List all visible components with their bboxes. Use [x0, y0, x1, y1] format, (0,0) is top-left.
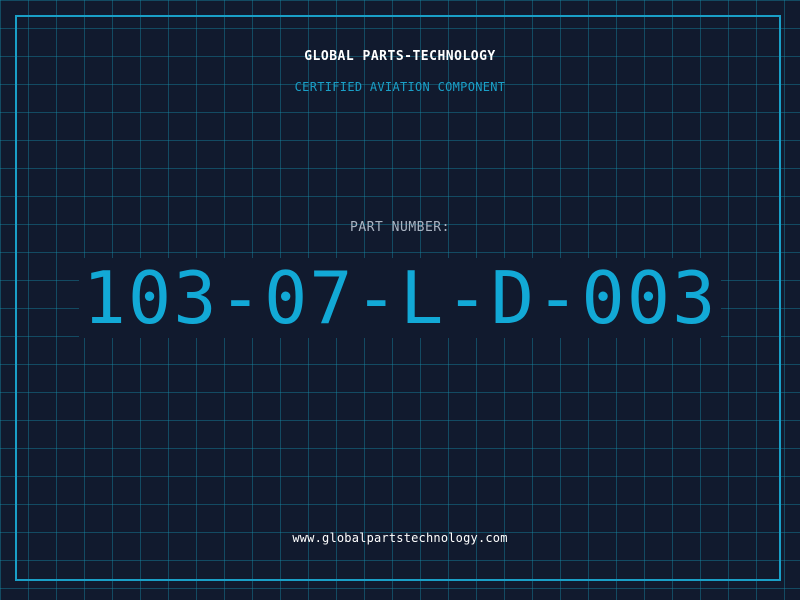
label-card: GLOBAL PARTS-TECHNOLOGY CERTIFIED AVIATI…: [0, 0, 800, 600]
part-number-container: 103-07-L-D-003: [0, 258, 800, 338]
brand-name: GLOBAL PARTS-TECHNOLOGY: [304, 49, 496, 64]
website-url: www.globalpartstechnology.com: [292, 531, 508, 545]
part-number-label: PART NUMBER:: [350, 220, 450, 235]
part-number-value: 103-07-L-D-003: [78, 258, 722, 338]
brand-tagline: CERTIFIED AVIATION COMPONENT: [294, 80, 506, 94]
